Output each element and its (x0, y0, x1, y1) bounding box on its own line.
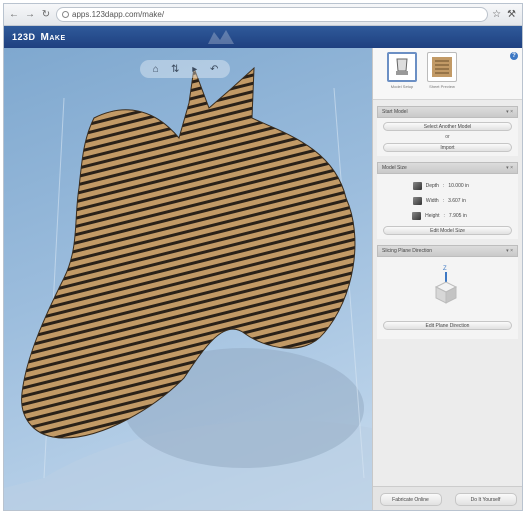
undo-icon[interactable]: ↶ (208, 63, 220, 75)
width-value: 3.607 in (448, 198, 482, 204)
edit-plane-direction-button[interactable]: Edit Plane Direction (383, 321, 512, 330)
address-url: apps.123dapp.com/make/ (72, 10, 165, 19)
height-number: 7.905 (448, 212, 462, 219)
back-arrow-icon[interactable]: ← (8, 9, 20, 21)
slicing-direction-title: Slicing Plane Direction (382, 248, 433, 254)
home-icon[interactable]: ⌂ (150, 63, 162, 75)
depth-icon (412, 181, 422, 190)
height-unit: in (462, 212, 467, 219)
model-viewport[interactable]: ⌂ ⇅ ▸ ↶ (4, 48, 372, 510)
width-number: 3.607 (448, 197, 461, 204)
collapse-icon[interactable]: ▾ × (506, 165, 513, 171)
height-icon (412, 211, 422, 220)
tab-model-setup-label: Model Setup (390, 84, 414, 89)
app-header: 123D Make (4, 26, 522, 48)
star-icon[interactable]: ☆ (492, 9, 501, 20)
slicing-direction-header[interactable]: Slicing Plane Direction ▾ × (377, 245, 518, 257)
panel-footer: Fabricate Online Do It Yourself (373, 486, 522, 510)
model-size-title: Model Size (382, 165, 407, 171)
start-model-title: Start Model (382, 109, 408, 115)
tab-model-setup[interactable]: Model Setup (385, 52, 419, 99)
forward-arrow-icon[interactable]: → (24, 9, 36, 21)
start-model-body: Select Another Model or Import (377, 118, 518, 156)
logo-brand: 123D (12, 31, 36, 42)
step-icon[interactable]: ⇅ (169, 63, 181, 75)
tab-sheet-preview-label: Sheet Preview (429, 84, 455, 89)
model-setup-icon (387, 52, 417, 82)
start-model-header[interactable]: Start Model ▾ × (377, 106, 518, 118)
panel-tabs: Model Setup Sheet Preview ? (373, 48, 522, 100)
select-another-model-button[interactable]: Select Another Model (383, 122, 512, 131)
address-bar[interactable]: apps.123dapp.com/make/ (56, 7, 489, 22)
slicing-direction-section: Slicing Plane Direction ▾ × Z Edit Plane… (377, 245, 518, 339)
width-unit: in (461, 197, 466, 204)
depth-value: 10.000 in (448, 183, 482, 189)
depth-row: Depth : 10.000 in (383, 178, 512, 193)
or-label: or (445, 134, 450, 140)
height-value: 7.905 in (449, 213, 483, 219)
play-icon[interactable]: ▸ (189, 63, 201, 75)
depth-number: 10.000 (448, 182, 464, 189)
cube-axis-icon: Z (434, 266, 458, 304)
height-row: Height : 7.905 in (383, 208, 512, 223)
model-size-body: Depth : 10.000 in Width : 3.607 in Heigh… (377, 174, 518, 239)
viewport-toolbar: ⌂ ⇅ ▸ ↶ (140, 60, 230, 78)
start-model-section: Start Model ▾ × Select Another Model or … (377, 106, 518, 156)
header-decoration (208, 30, 234, 44)
app-logo[interactable]: 123D Make (12, 32, 66, 43)
collapse-icon[interactable]: ▾ × (506, 248, 513, 254)
settings-panel: Model Setup Sheet Preview ? Start Model … (372, 48, 522, 510)
reload-icon[interactable]: ↻ (40, 9, 52, 21)
browser-toolbar: ← → ↻ apps.123dapp.com/make/ ☆ ⚒ (4, 4, 522, 26)
width-label: Width (425, 197, 439, 204)
help-icon[interactable]: ? (510, 52, 518, 60)
width-icon (412, 196, 422, 205)
depth-label: Depth (425, 182, 439, 189)
depth-unit: in (465, 182, 469, 189)
fabricate-online-button[interactable]: Fabricate Online (379, 493, 442, 506)
viewport-scene (4, 66, 372, 510)
globe-icon (62, 11, 69, 18)
logo-product: Make (40, 31, 66, 43)
width-row: Width : 3.607 in (383, 193, 512, 208)
model-size-header[interactable]: Model Size ▾ × (377, 162, 518, 174)
collapse-icon[interactable]: ▾ × (506, 109, 513, 115)
height-label: Height (425, 212, 440, 219)
import-button[interactable]: Import (383, 143, 512, 152)
browser-window: ← → ↻ apps.123dapp.com/make/ ☆ ⚒ 123D Ma… (3, 3, 523, 511)
slicing-direction-body: Z Edit Plane Direction (377, 257, 518, 339)
wrench-icon[interactable]: ⚒ (507, 9, 516, 20)
tab-sheet-preview[interactable]: Sheet Preview (425, 52, 459, 99)
do-it-yourself-button[interactable]: Do It Yourself (454, 493, 517, 506)
edit-model-size-button[interactable]: Edit Model Size (383, 226, 512, 235)
axis-z-label: Z (443, 266, 447, 272)
model-size-section: Model Size ▾ × Depth : 10.000 in Width : (377, 162, 518, 239)
sheet-preview-icon (427, 52, 457, 82)
